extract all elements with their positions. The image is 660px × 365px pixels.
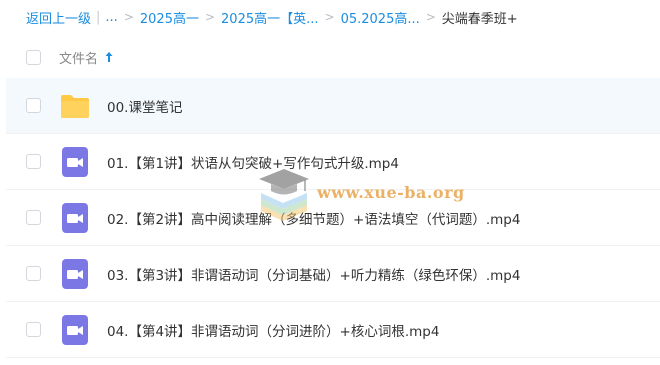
breadcrumb-item-1[interactable]: 2025高一 (140, 8, 199, 27)
file-row-folder[interactable]: 00.课堂笔记 (6, 78, 660, 134)
row-checkbox[interactable] (26, 98, 41, 113)
column-name-label: 文件名 (59, 51, 99, 67)
breadcrumb-pipe: | (96, 9, 101, 25)
breadcrumb-item-2[interactable]: 2025高一【英... (221, 8, 318, 27)
chevron-right-icon: > (123, 10, 134, 24)
arrow-up-icon (105, 52, 113, 62)
video-file-icon (62, 146, 88, 177)
file-row-video[interactable]: 03.【第3讲】非谓语动词（分词基础）+听力精练（绿色环保）.mp4 (6, 246, 660, 302)
file-row-video[interactable]: 02.【第2讲】高中阅读理解（多细节题）+语法填空（代词题）.mp4 (6, 190, 660, 246)
file-name[interactable]: 04.【第4讲】非谓语动词（分词进阶）+核心词根.mp4 (107, 320, 439, 340)
video-file-icon (62, 258, 88, 289)
chevron-right-icon: > (324, 10, 335, 24)
row-checkbox[interactable] (26, 322, 41, 337)
row-checkbox[interactable] (26, 210, 41, 225)
video-file-icon (62, 202, 88, 233)
breadcrumb-item-3[interactable]: 05.2025高... (341, 8, 420, 27)
back-link[interactable]: 返回上一级 (26, 8, 91, 27)
video-file-icon (62, 314, 88, 345)
breadcrumb: 返回上一级 | ... > 2025高一 > 2025高一【英... > 05.… (0, 0, 660, 34)
chevron-right-icon: > (425, 10, 436, 24)
row-checkbox[interactable] (26, 266, 41, 281)
file-name[interactable]: 01.【第1讲】状语从句突破+写作句式升级.mp4 (107, 152, 399, 172)
file-row-video[interactable]: 04.【第4讲】非谓语动词（分词进阶）+核心词根.mp4 (6, 302, 660, 358)
breadcrumb-ellipsis[interactable]: ... (105, 10, 117, 25)
breadcrumb-current: 尖端春季班+ (441, 11, 518, 27)
file-row-video[interactable]: 01.【第1讲】状语从句突破+写作句式升级.mp4 (6, 134, 660, 190)
file-name[interactable]: 02.【第2讲】高中阅读理解（多细节题）+语法填空（代词题）.mp4 (107, 208, 520, 228)
chevron-right-icon: > (204, 10, 216, 24)
file-name[interactable]: 00.课堂笔记 (107, 96, 182, 116)
select-all-checkbox[interactable] (26, 49, 41, 65)
row-checkbox[interactable] (26, 154, 41, 169)
folder-icon (61, 94, 89, 118)
sort-by-name-button[interactable]: 文件名 (59, 48, 114, 67)
file-name[interactable]: 03.【第3讲】非谓语动词（分词基础）+听力精练（绿色环保）.mp4 (107, 264, 520, 284)
file-list-header: 文件名 (0, 36, 660, 78)
